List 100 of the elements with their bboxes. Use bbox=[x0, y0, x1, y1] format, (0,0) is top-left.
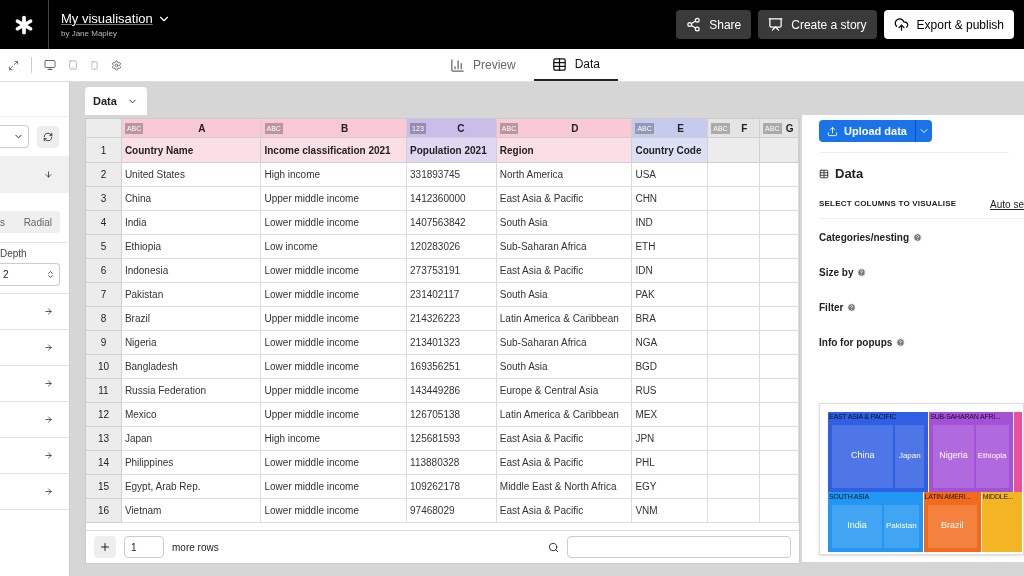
table-cell: Population 2021 bbox=[407, 138, 497, 163]
table-cell: 97468029 bbox=[407, 499, 497, 523]
segment-option[interactable]: Radial bbox=[23, 214, 60, 230]
table-cell: Lower middle income bbox=[261, 451, 408, 475]
table-cell: 109262178 bbox=[407, 475, 497, 499]
table-cell: Lower middle income bbox=[261, 355, 408, 379]
refresh-button[interactable] bbox=[37, 125, 59, 148]
table-cell bbox=[760, 379, 799, 403]
field-label: Size by bbox=[819, 266, 854, 280]
tablet-icon[interactable] bbox=[68, 60, 78, 70]
table-cell bbox=[760, 163, 799, 187]
project-title[interactable]: My visualisation bbox=[61, 8, 153, 29]
desktop-icon[interactable] bbox=[44, 59, 56, 71]
arrow-right-icon bbox=[44, 451, 53, 460]
depth-label: Depth bbox=[0, 247, 28, 261]
header-button[interactable]: Export & publish bbox=[883, 10, 1014, 39]
help-icon[interactable] bbox=[896, 338, 906, 347]
table-cell: 213401323 bbox=[407, 331, 497, 355]
view-tab[interactable]: Preview bbox=[432, 49, 534, 81]
table-cell bbox=[760, 451, 799, 475]
help-icon[interactable] bbox=[913, 233, 923, 242]
table-cell: Bangladesh bbox=[121, 355, 262, 379]
table-cell bbox=[708, 475, 761, 499]
add-button[interactable] bbox=[94, 536, 116, 558]
table-cell: Region bbox=[496, 138, 633, 163]
help-icon[interactable] bbox=[847, 303, 857, 312]
row-number: 12 bbox=[86, 403, 122, 427]
row-number: 2 bbox=[86, 163, 122, 187]
treemap-label: Ethiopia bbox=[977, 450, 1007, 462]
table-cell bbox=[760, 307, 799, 331]
upload-icon bbox=[893, 17, 909, 32]
treemap-label: China bbox=[850, 449, 875, 463]
table-icon bbox=[551, 56, 567, 72]
table-cell: Lower middle income bbox=[261, 211, 408, 235]
arrow-right-icon bbox=[44, 415, 53, 424]
table-cell: 214326223 bbox=[407, 307, 497, 331]
table-cell: 120283026 bbox=[407, 235, 497, 259]
table-cell: Upper middle income bbox=[261, 307, 408, 331]
table-cell: PAK bbox=[632, 283, 709, 307]
table-cell: 331893745 bbox=[407, 163, 497, 187]
row-number: 9 bbox=[86, 331, 122, 355]
table-cell: East Asia & Pacific bbox=[496, 451, 633, 475]
table-cell: Nigeria bbox=[121, 331, 262, 355]
select-field[interactable] bbox=[0, 125, 29, 148]
section-label: SELECT COLUMNS TO VISUALISE bbox=[819, 198, 957, 210]
table-cell: Egypt, Arab Rep. bbox=[121, 475, 262, 499]
table-cell: Sub-Saharan Africa bbox=[496, 235, 633, 259]
presentation-icon bbox=[768, 17, 784, 32]
table-cell bbox=[708, 235, 761, 259]
table-cell: JPN bbox=[632, 427, 709, 451]
table-cell: NGA bbox=[632, 331, 709, 355]
table-cell: East Asia & Pacific bbox=[496, 499, 633, 523]
table-cell: ETH bbox=[632, 235, 709, 259]
table-cell bbox=[760, 355, 799, 379]
row-number: 8 bbox=[86, 307, 122, 331]
table-cell: Russia Federation bbox=[121, 379, 262, 403]
table-cell: Lower middle income bbox=[261, 499, 408, 523]
table-cell: Sub-Saharan Africa bbox=[496, 331, 633, 355]
table-cell bbox=[708, 187, 761, 211]
row-count-field[interactable]: 1 bbox=[124, 536, 164, 558]
table-cell: USA bbox=[632, 163, 709, 187]
view-tab[interactable]: Data bbox=[533, 49, 619, 81]
table-cell: VNM bbox=[632, 499, 709, 523]
table-cell: Europe & Central Asia bbox=[496, 379, 633, 403]
table-cell bbox=[760, 475, 799, 499]
row-number: 7 bbox=[86, 283, 122, 307]
table-cell bbox=[760, 403, 799, 427]
table-cell: PHL bbox=[632, 451, 709, 475]
auto-select-link[interactable]: Auto se bbox=[990, 196, 1024, 212]
table-cell: Upper middle income bbox=[261, 187, 408, 211]
table-cell: China bbox=[121, 187, 262, 211]
table-cell bbox=[708, 499, 761, 523]
table-cell: Pakistan bbox=[121, 283, 262, 307]
table-cell bbox=[708, 307, 761, 331]
table-cell: North America bbox=[496, 163, 633, 187]
header-button[interactable]: Create a story bbox=[758, 10, 877, 39]
table-cell bbox=[760, 259, 799, 283]
table-cell bbox=[708, 379, 761, 403]
table-cell: EGY bbox=[632, 475, 709, 499]
table-cell: Middle East & North Africa bbox=[496, 475, 633, 499]
row-number: 1 bbox=[86, 138, 122, 163]
table-cell: IDN bbox=[632, 259, 709, 283]
arrow-right-icon bbox=[44, 343, 53, 352]
header-button[interactable]: Share bbox=[676, 10, 752, 39]
depth-field[interactable]: 2 bbox=[0, 263, 60, 286]
table-cell: Latin America & Caribbean bbox=[496, 403, 633, 427]
help-icon[interactable] bbox=[857, 268, 867, 277]
search-field[interactable] bbox=[567, 536, 791, 558]
settings-icon[interactable] bbox=[111, 59, 122, 71]
table-cell: South Asia bbox=[496, 355, 633, 379]
table-cell: East Asia & Pacific bbox=[496, 187, 633, 211]
expand-icon[interactable] bbox=[8, 59, 19, 71]
treemap-label: India bbox=[847, 519, 867, 533]
table-cell: East Asia & Pacific bbox=[496, 427, 633, 451]
table-cell bbox=[708, 451, 761, 475]
segment-option[interactable]: s bbox=[0, 214, 8, 230]
sheet-tab[interactable]: Data bbox=[85, 87, 147, 115]
table-cell: High income bbox=[261, 427, 408, 451]
corner-cell[interactable] bbox=[86, 119, 122, 138]
table-cell: Lower middle income bbox=[261, 475, 408, 499]
